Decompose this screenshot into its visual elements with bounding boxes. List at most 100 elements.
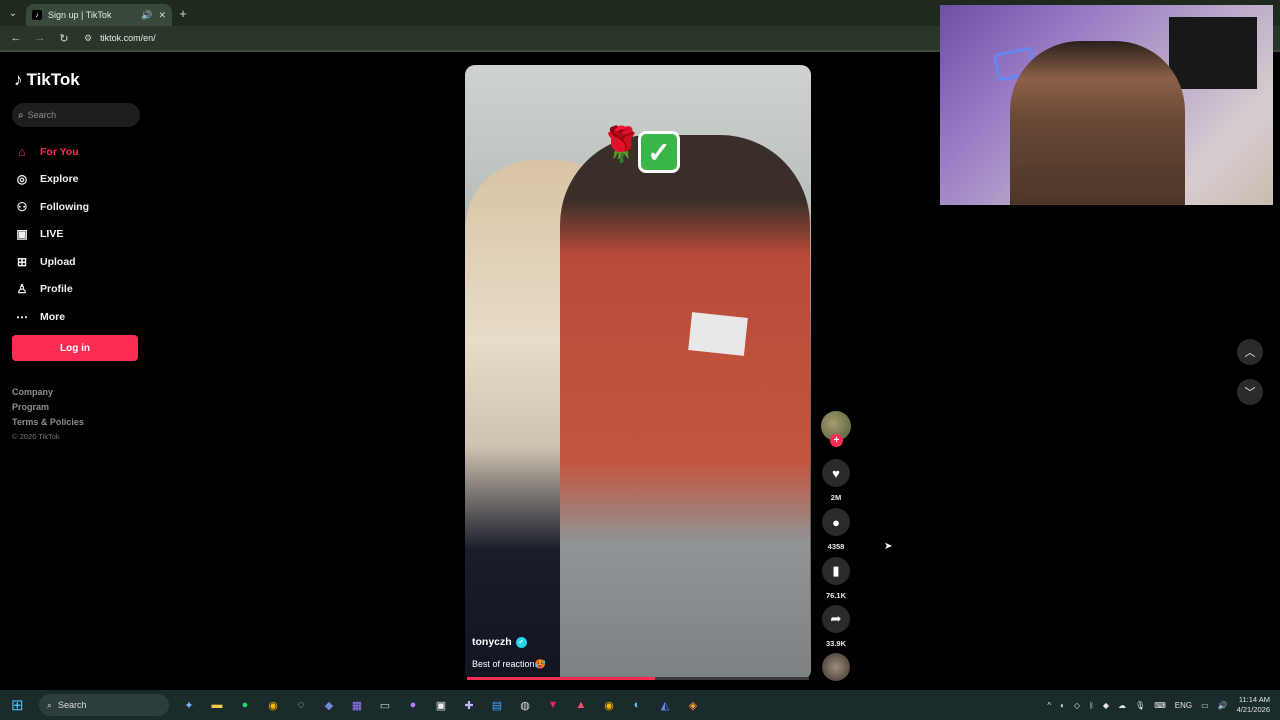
- footer-link-terms[interactable]: Terms & Policies: [12, 417, 84, 427]
- file-explorer-icon[interactable]: ▬: [207, 695, 227, 715]
- orange-app-icon[interactable]: ◈: [683, 695, 703, 715]
- sidebar-item-for-you[interactable]: ⌂ For You: [14, 138, 89, 166]
- url-field[interactable]: ⚙ tiktok.com/en/: [84, 33, 156, 44]
- copilot-icon[interactable]: ✦: [179, 695, 199, 715]
- sidebar-item-live[interactable]: ▣ LIVE: [14, 221, 89, 249]
- sidebar-item-explore[interactable]: ◎ Explore: [14, 166, 89, 194]
- sidebar-item-more[interactable]: ⋯ More: [14, 303, 89, 331]
- share-action[interactable]: ➦ 33.9K: [822, 605, 850, 648]
- webcam-overlay: [940, 5, 1273, 205]
- tray-volume-icon[interactable]: 🔊: [1218, 701, 1228, 710]
- sidebar-item-label: More: [40, 310, 66, 323]
- comment-action[interactable]: ● 4358: [822, 508, 850, 551]
- tray-steam-icon[interactable]: ◐: [1060, 701, 1065, 710]
- video-subject-man: [560, 135, 810, 680]
- tray-overflow-chevron-icon[interactable]: ^: [1047, 701, 1051, 710]
- url-text: tiktok.com/en/: [100, 33, 156, 43]
- chrome-icon[interactable]: ◉: [263, 695, 283, 715]
- tab-list-chevron-icon[interactable]: ⌄: [0, 0, 26, 26]
- search-input[interactable]: ⌕ Search: [12, 103, 140, 127]
- spotify-icon[interactable]: ●: [235, 695, 255, 715]
- tray-cloud-icon[interactable]: ☁: [1118, 701, 1126, 710]
- video-progress-bar[interactable]: [467, 677, 809, 680]
- forward-icon[interactable]: →: [30, 28, 50, 48]
- comment-icon[interactable]: ●: [822, 508, 850, 536]
- shirt-patch: [688, 312, 748, 356]
- sidebar-item-following[interactable]: ⚇ Following: [14, 193, 89, 221]
- copyright-text: © 2026 TikTok: [12, 432, 60, 441]
- tab-title: Sign up | TikTok: [48, 10, 112, 20]
- sidebar-item-label: Upload: [40, 255, 76, 268]
- save-count: 76.1K: [825, 591, 846, 600]
- video-player[interactable]: 🌹 ✓: [465, 65, 811, 680]
- tiktok-logo[interactable]: ♪ TikTok: [14, 70, 80, 90]
- sidebar-item-profile[interactable]: ♙ Profile: [14, 276, 89, 304]
- reload-icon[interactable]: ↻: [54, 28, 74, 48]
- tray-language[interactable]: ENG: [1175, 701, 1192, 710]
- grid-app-icon[interactable]: ▦: [347, 695, 367, 715]
- search-icon: ⌕: [18, 109, 24, 121]
- tray-time: 11:14 AM: [1238, 695, 1270, 704]
- new-tab-icon[interactable]: +: [172, 2, 194, 24]
- comment-count: 4358: [827, 542, 845, 551]
- tray-mic-icon[interactable]: 🎙: [1135, 701, 1145, 710]
- next-video-chevron-down-icon[interactable]: ﹀: [1237, 379, 1263, 405]
- terminal-icon[interactable]: ▭: [375, 695, 395, 715]
- profile-icon: ♙: [16, 282, 28, 297]
- tray-keyboard-icon[interactable]: ⌨: [1154, 701, 1166, 710]
- recording-app-icon[interactable]: ◍: [515, 695, 535, 715]
- tray-discord-icon[interactable]: ◆: [1103, 701, 1109, 710]
- tiktok-note-icon: ♪: [14, 70, 23, 89]
- more-icon: ⋯: [16, 309, 28, 324]
- tray-date: 4/21/2026: [1236, 705, 1270, 714]
- mouse-cursor-icon: ➤: [884, 541, 893, 552]
- red-app-icon[interactable]: ▼: [543, 695, 563, 715]
- sidebar-item-upload[interactable]: ⊞ Upload: [14, 248, 89, 276]
- author-avatar[interactable]: +: [821, 411, 851, 447]
- bookmark-icon[interactable]: ▮: [822, 557, 850, 585]
- browser-tab[interactable]: ♪ Sign up | TikTok 🔊 ✕: [26, 4, 172, 26]
- share-icon[interactable]: ➦: [822, 605, 850, 633]
- follow-plus-icon[interactable]: +: [830, 434, 843, 447]
- tray-app-icon[interactable]: ◇: [1074, 701, 1080, 710]
- sidebar-footer: Company Program Terms & Policies © 2026 …: [12, 387, 84, 441]
- video-author[interactable]: tonyczh ✓: [472, 636, 527, 648]
- video-progress-fill: [467, 677, 656, 680]
- brand-name: TikTok: [26, 70, 80, 89]
- purple-app-icon[interactable]: ●: [403, 695, 423, 715]
- blue-app-icon[interactable]: ▤: [487, 695, 507, 715]
- previous-video-chevron-up-icon[interactable]: ︿: [1237, 339, 1263, 365]
- taskbar-search[interactable]: ⌕ Search: [39, 694, 169, 716]
- login-button[interactable]: Log in: [12, 335, 138, 361]
- sidebar-nav: ⌂ For You ◎ Explore ⚇ Following ▣ LIVE ⊞…: [14, 138, 89, 331]
- discord-icon[interactable]: ◆: [319, 695, 339, 715]
- share-count: 33.9K: [825, 639, 846, 648]
- heart-icon[interactable]: ♥: [822, 459, 850, 487]
- sidebar-item-label: Following: [40, 200, 89, 213]
- author-username[interactable]: tonyczh: [472, 636, 512, 648]
- speaker-icon[interactable]: 🔊: [141, 10, 152, 21]
- app-icon[interactable]: ◌: [291, 695, 311, 715]
- music-disc-icon[interactable]: [822, 653, 850, 681]
- tray-bluetooth-icon[interactable]: ᛒ: [1089, 701, 1094, 710]
- tray-network-icon[interactable]: ▭: [1201, 701, 1209, 710]
- site-info-icon[interactable]: ⚙: [84, 33, 92, 44]
- video-description: Best of reaction🥵: [472, 659, 546, 669]
- footer-link-program[interactable]: Program: [12, 402, 84, 412]
- back-icon[interactable]: ←: [6, 28, 26, 48]
- like-action[interactable]: ♥ 2M: [822, 459, 850, 502]
- user-follow-icon: ⚇: [16, 199, 28, 214]
- gamepad-icon[interactable]: ✚: [459, 695, 479, 715]
- affinity-icon[interactable]: ▲: [571, 695, 591, 715]
- tray-clock[interactable]: 11:14 AM 4/21/2026: [1237, 695, 1270, 715]
- steam-icon[interactable]: ◐: [627, 695, 647, 715]
- save-action[interactable]: ▮ 76.1K: [822, 557, 850, 600]
- chrome-active-icon[interactable]: ◉: [599, 695, 619, 715]
- store-icon[interactable]: ▣: [431, 695, 451, 715]
- close-tab-icon[interactable]: ✕: [158, 10, 166, 21]
- verified-badge-icon: ✓: [515, 636, 527, 648]
- windows-start-icon[interactable]: ⊞: [11, 696, 29, 714]
- vpn-app-icon[interactable]: ◭: [655, 695, 675, 715]
- webcam-person: [1010, 41, 1185, 205]
- footer-link-company[interactable]: Company: [12, 387, 84, 397]
